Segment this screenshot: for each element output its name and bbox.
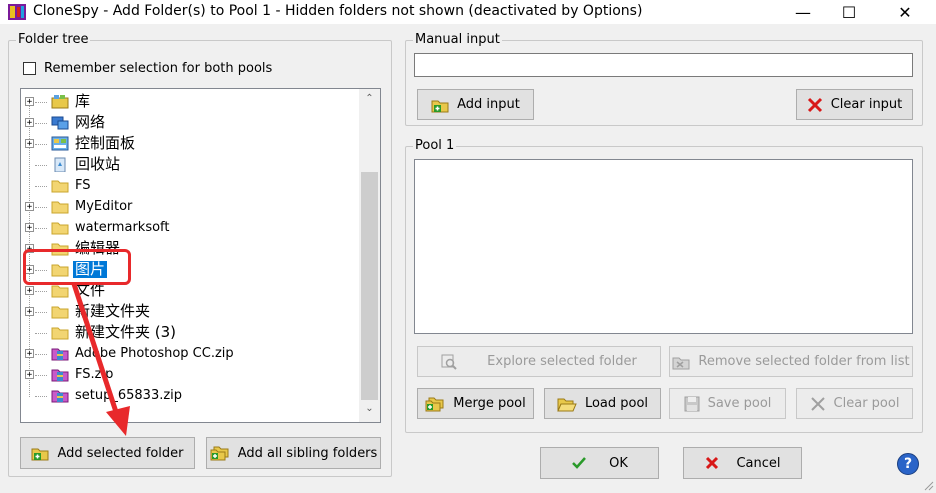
load-pool-label: Load pool (584, 396, 649, 411)
tree-connector (35, 102, 47, 103)
clear-pool-label: Clear pool (833, 396, 900, 411)
add-all-sibling-folders-button[interactable]: Add all sibling folders (206, 437, 381, 469)
manual-input-field[interactable] (414, 53, 913, 77)
remember-selection-label: Remember selection for both pools (44, 61, 273, 76)
tree-item-label: 库 (75, 92, 91, 110)
red-x-icon (807, 97, 822, 112)
tree-connector (35, 291, 47, 292)
tree-item-label: watermarksoft (75, 220, 170, 235)
close-button[interactable]: ✕ (882, 0, 928, 24)
save-pool-button[interactable]: Save pool (669, 388, 786, 419)
minimize-button[interactable]: — (780, 0, 826, 24)
ok-button[interactable]: OK (540, 447, 659, 479)
tree-scroll-thumb[interactable] (361, 172, 378, 400)
tree-connector (35, 165, 47, 166)
annotation-arrow-icon (71, 283, 130, 436)
tree-connector (35, 186, 47, 187)
tree-connector (35, 312, 47, 313)
tree-item[interactable]: 回收站 (21, 155, 361, 175)
resize-grip-icon[interactable] (922, 479, 934, 491)
scroll-down-arrow[interactable]: ⌄ (359, 403, 380, 414)
pool-legend: Pool 1 (413, 138, 457, 153)
merge-folder-icon (425, 397, 444, 411)
tree-item-label: FS (75, 178, 91, 193)
remove-selected-folder-label: Remove selected folder from list (698, 354, 910, 369)
tree-item[interactable]: + MyEditor (21, 197, 361, 217)
remove-folder-icon (672, 357, 690, 369)
tree-item-label: 回收站 (75, 155, 121, 173)
expand-toggle-icon[interactable]: + (25, 118, 34, 128)
explore-selected-folder-button[interactable]: Explore selected folder (417, 346, 661, 377)
tree-connector (35, 144, 47, 145)
remember-selection-checkbox[interactable] (23, 62, 36, 75)
network-icon (51, 115, 69, 130)
remove-selected-folder-button[interactable]: Remove selected folder from list (669, 346, 913, 377)
title-bar: CloneSpy - Add Folder(s) to Pool 1 - Hid… (0, 0, 936, 24)
add-input-label: Add input (457, 97, 520, 112)
manual-input-legend: Manual input (413, 32, 502, 47)
open-folder-icon (557, 398, 577, 411)
folders-add-icon (210, 446, 229, 461)
expand-toggle-icon[interactable]: + (25, 223, 34, 233)
expand-toggle-icon[interactable]: + (25, 349, 34, 359)
tree-item[interactable]: + 网络 (21, 113, 361, 133)
folder-icon (51, 220, 69, 235)
tree-item-label: MyEditor (75, 199, 133, 214)
load-pool-button[interactable]: Load pool (544, 388, 661, 419)
expand-toggle-icon[interactable]: + (25, 370, 34, 380)
tree-connector (35, 354, 47, 355)
tree-connector (35, 228, 47, 229)
tree-item[interactable]: + 控制面板 (21, 134, 361, 154)
scroll-up-arrow[interactable]: ⌃ (359, 93, 380, 104)
expand-toggle-icon[interactable]: + (25, 307, 34, 317)
clear-input-label: Clear input (830, 97, 903, 112)
x-icon (810, 396, 825, 411)
tree-connector (35, 375, 47, 376)
save-pool-label: Save pool (707, 396, 772, 411)
ok-label: OK (609, 455, 628, 471)
tree-connector (35, 207, 47, 208)
disk-icon (684, 396, 700, 411)
explore-selected-folder-label: Explore selected folder (487, 354, 637, 369)
tree-connector (35, 396, 47, 397)
help-button[interactable]: ? (897, 453, 919, 475)
folder-add-icon (431, 100, 449, 112)
control-panel-icon (51, 136, 69, 151)
tree-item[interactable]: + watermarksoft (21, 218, 361, 238)
window-title: CloneSpy - Add Folder(s) to Pool 1 - Hid… (33, 3, 643, 19)
merge-pool-button[interactable]: Merge pool (417, 388, 534, 419)
expand-toggle-icon[interactable]: + (25, 286, 34, 296)
expand-toggle-icon[interactable]: + (25, 139, 34, 149)
clear-pool-button[interactable]: Clear pool (796, 388, 913, 419)
add-selected-folder-label: Add selected folder (57, 445, 184, 461)
explore-icon (441, 354, 457, 370)
add-all-sibling-folders-label: Add all sibling folders (237, 445, 378, 461)
tree-item-label: 控制面板 (75, 134, 136, 152)
tree-item[interactable]: + 库 (21, 92, 361, 112)
folder-tree-legend: Folder tree (16, 32, 91, 47)
expand-toggle-icon[interactable]: + (25, 202, 34, 212)
tree-connector (35, 123, 47, 124)
red-x-icon (706, 456, 719, 470)
folder-icon (51, 199, 69, 214)
recycle-bin-icon (51, 157, 69, 173)
folder-icon (51, 178, 69, 193)
tree-connector (35, 333, 47, 334)
add-selected-folder-button[interactable]: Add selected folder (20, 437, 195, 469)
clonespy-app-icon (8, 4, 26, 20)
tree-item-label: 网络 (75, 113, 106, 131)
folder-add-icon (31, 448, 49, 461)
clear-input-button[interactable]: Clear input (796, 89, 913, 120)
add-input-button[interactable]: Add input (417, 89, 534, 120)
library-icon (51, 94, 69, 109)
cancel-button[interactable]: Cancel (683, 447, 802, 479)
cancel-label: Cancel (736, 455, 781, 471)
merge-pool-label: Merge pool (453, 396, 526, 411)
checkmark-icon (572, 457, 587, 469)
tree-item[interactable]: FS (21, 176, 361, 196)
pool-folder-list[interactable] (414, 159, 913, 334)
maximize-button[interactable]: ☐ (826, 0, 872, 24)
expand-toggle-icon[interactable]: + (25, 97, 34, 107)
